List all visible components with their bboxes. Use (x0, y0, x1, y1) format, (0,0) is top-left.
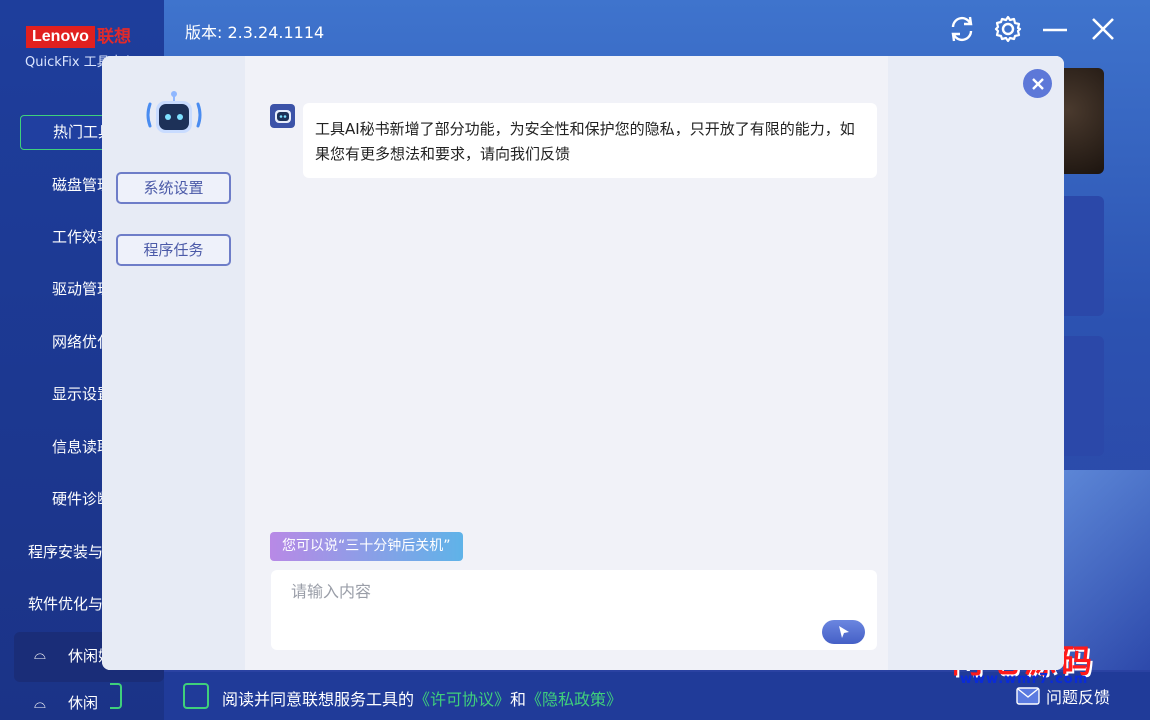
sidebar-item-leisure-2[interactable]: 休闲 (68, 692, 98, 713)
system-settings-button[interactable]: 系统设置 (116, 172, 231, 204)
send-icon (838, 626, 849, 638)
close-icon (1031, 77, 1044, 90)
dialog-close-button[interactable] (1023, 69, 1052, 98)
chat-input[interactable] (271, 570, 877, 650)
mail-icon (1016, 687, 1040, 705)
agreement-text: 阅读并同意联想服务工具的《许可协议》和《隐私政策》 (222, 686, 622, 710)
send-button[interactable] (822, 620, 865, 644)
program-tasks-button[interactable]: 程序任务 (116, 234, 231, 266)
lenovo-logo: Lenovo (26, 26, 95, 48)
robot-icon (144, 90, 204, 140)
feedback-button[interactable]: 问题反馈 (1016, 684, 1110, 708)
game-icon: ⌓ (34, 694, 46, 712)
gear-icon[interactable] (991, 12, 1025, 46)
version-label: 版本: 2.3.24.1114 (185, 23, 325, 42)
ai-assistant-dialog: 系统设置 程序任务 工具AI秘书新增了部分功能，为安全性和保护您的隐私，只开放了… (102, 56, 1064, 670)
feedback-label: 问题反馈 (1046, 688, 1111, 707)
bot-avatar (270, 104, 295, 128)
brand-en: Lenovo (32, 28, 89, 45)
game-icon: ⌓ (34, 645, 46, 663)
privacy-link[interactable]: 《隐私政策》 (526, 690, 622, 709)
agree-and: 和 (510, 690, 527, 709)
brand-cn: 联想 (97, 27, 131, 47)
chat-input-box (271, 570, 877, 650)
minimize-icon[interactable] (1038, 12, 1072, 46)
dialog-right-panel (888, 56, 1064, 670)
refresh-icon[interactable] (945, 12, 979, 46)
checkbox-partial (110, 683, 122, 709)
close-icon[interactable] (1086, 12, 1120, 46)
bot-message: 工具AI秘书新增了部分功能，为安全性和保护您的隐私，只开放了有限的能力，如果您有… (303, 103, 877, 178)
dialog-sidebar: 系统设置 程序任务 (102, 56, 245, 670)
license-link[interactable]: 《许可协议》 (414, 690, 510, 709)
suggestion-chip[interactable]: 您可以说“三十分钟后关机” (270, 532, 463, 561)
agree-prefix: 阅读并同意联想服务工具的 (222, 690, 415, 709)
agree-checkbox[interactable] (183, 683, 209, 709)
robot-icon (274, 110, 291, 123)
